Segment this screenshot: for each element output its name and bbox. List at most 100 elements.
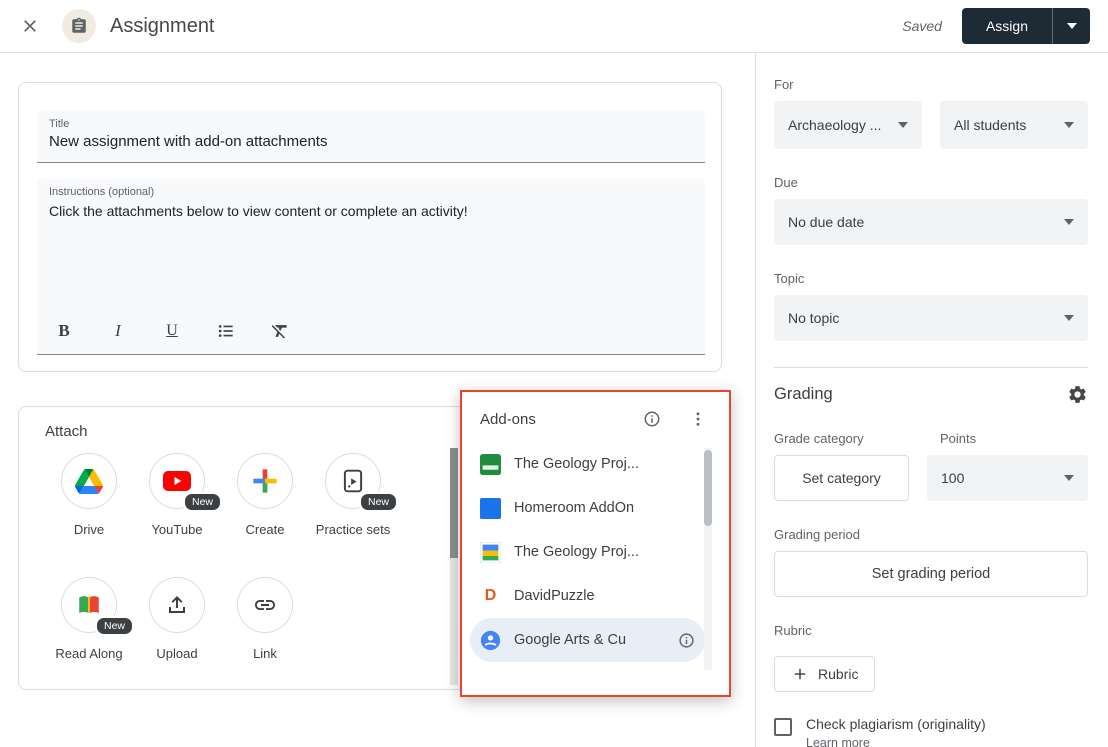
attach-option-label: YouTube: [139, 521, 215, 540]
addon-item-label: The Geology Proj...: [514, 456, 695, 472]
attach-option-label: Create: [227, 521, 303, 540]
bulleted-list-button[interactable]: [215, 320, 237, 342]
assign-split-button: Assign: [962, 8, 1090, 44]
title-field[interactable]: Title New assignment with add-on attachm…: [37, 111, 705, 163]
addon-item-label: Google Arts & Cu: [514, 632, 665, 648]
read-along-button[interactable]: New: [61, 577, 117, 633]
create-button[interactable]: [237, 453, 293, 509]
addon-item-label: Homeroom AddOn: [514, 500, 695, 516]
practice-sets-button[interactable]: New: [325, 453, 381, 509]
points-label: Points: [940, 431, 976, 446]
attach-label: Attach: [45, 423, 88, 440]
addons-title: Add-ons: [480, 411, 641, 428]
attach-row-2: New Read Along Upload Link: [45, 577, 309, 664]
settings-sidebar: For Archaeology ... All students Due No …: [755, 53, 1108, 747]
learn-more-link[interactable]: Learn more: [806, 736, 986, 747]
addon-item-info-button[interactable]: [678, 632, 695, 649]
addon-item-davidpuzzle[interactable]: D DavidPuzzle: [470, 574, 705, 618]
due-date-value: No due date: [788, 214, 864, 230]
class-select[interactable]: Archaeology ...: [774, 101, 922, 149]
addons-menu-button[interactable]: [687, 408, 709, 430]
instructions-field-value[interactable]: Click the attachments below to view cont…: [49, 203, 693, 219]
italic-button[interactable]: I: [107, 320, 129, 342]
saved-status: Saved: [902, 18, 942, 34]
grade-category-select[interactable]: Set category: [774, 455, 909, 501]
info-icon: [678, 632, 695, 649]
create-icon: [251, 467, 279, 495]
upload-icon: [165, 593, 189, 617]
drive-button[interactable]: [61, 453, 117, 509]
assign-button[interactable]: Assign: [962, 8, 1052, 44]
gear-icon: [1067, 384, 1088, 405]
bulleted-list-icon: [216, 321, 236, 341]
attach-option-create: Create: [221, 453, 309, 540]
students-select-value: All students: [954, 117, 1026, 133]
assignment-details-card: Title New assignment with add-on attachm…: [18, 82, 722, 372]
upload-button[interactable]: [149, 577, 205, 633]
new-badge: New: [359, 492, 398, 512]
drive-icon: [75, 469, 103, 494]
assignment-icon: [62, 9, 96, 43]
formatting-toolbar: B I U: [37, 308, 705, 354]
points-value: 100: [941, 470, 964, 486]
attach-option-upload: Upload: [133, 577, 221, 664]
addons-list: The Geology Proj... Homeroom AddOn The G…: [462, 440, 729, 662]
set-grading-period-button[interactable]: Set grading period: [774, 551, 1088, 597]
attach-option-link: Link: [221, 577, 309, 664]
header: Assignment Saved Assign: [0, 0, 1108, 53]
addon-item-geology-1[interactable]: The Geology Proj...: [470, 442, 705, 486]
link-icon: [253, 593, 277, 617]
plus-icon: [791, 665, 809, 683]
close-icon[interactable]: [14, 10, 46, 42]
title-field-value[interactable]: New assignment with add-on attachments: [49, 133, 693, 150]
for-label: For: [774, 77, 1088, 92]
chevron-down-icon: [1064, 475, 1074, 481]
due-date-select[interactable]: No due date: [774, 199, 1088, 245]
grade-category-label: Grade category: [774, 431, 940, 446]
practice-sets-icon: [340, 468, 366, 494]
underline-button[interactable]: U: [161, 320, 183, 342]
points-select[interactable]: 100: [927, 455, 1088, 501]
homeroom-addon-icon: [480, 498, 501, 519]
new-badge: New: [95, 616, 134, 636]
addons-scrollbar-thumb[interactable]: [704, 450, 712, 526]
bold-button[interactable]: B: [53, 320, 75, 342]
add-rubric-button[interactable]: Rubric: [774, 656, 875, 692]
plagiarism-label: Check plagiarism (originality): [806, 716, 986, 732]
students-select[interactable]: All students: [940, 101, 1088, 149]
addon-item-homeroom[interactable]: Homeroom AddOn: [470, 486, 705, 530]
clear-formatting-button[interactable]: [269, 320, 291, 342]
attach-option-label: Practice sets: [315, 521, 391, 540]
grading-period-label: Grading period: [774, 527, 1088, 542]
link-button[interactable]: [237, 577, 293, 633]
addon-item-arts-culture[interactable]: Google Arts & Cu: [470, 618, 705, 662]
new-badge: New: [183, 492, 222, 512]
addon-item-geology-2[interactable]: The Geology Proj...: [470, 530, 705, 574]
attach-option-label: Drive: [51, 521, 127, 540]
addons-info-button[interactable]: [641, 408, 663, 430]
topic-select[interactable]: No topic: [774, 295, 1088, 341]
instructions-field-label: Instructions (optional): [49, 186, 693, 198]
attach-option-drive: Drive: [45, 453, 133, 540]
due-label: Due: [774, 175, 1088, 190]
addons-popup: Add-ons The Geology Proj... Homeroom Add: [460, 390, 731, 697]
rubric-button-label: Rubric: [818, 666, 858, 682]
info-icon: [643, 410, 661, 428]
plagiarism-checkbox[interactable]: [774, 718, 792, 736]
addons-scrollbar[interactable]: [704, 448, 712, 670]
kebab-menu-icon: [689, 410, 707, 428]
grade-category-value: Set category: [802, 470, 881, 486]
attach-option-label: Link: [227, 645, 303, 664]
youtube-icon: [162, 470, 192, 492]
assign-dropdown-button[interactable]: [1052, 8, 1090, 44]
chevron-down-icon: [898, 122, 908, 128]
grading-settings-button[interactable]: [1067, 384, 1088, 405]
instructions-field[interactable]: Instructions (optional) Click the attach…: [37, 179, 705, 355]
attach-scrollbar-thumb[interactable]: [450, 448, 458, 558]
geology-addon-icon: [480, 454, 501, 475]
youtube-button[interactable]: New: [149, 453, 205, 509]
chevron-down-icon: [1067, 23, 1077, 29]
class-select-value: Archaeology ...: [788, 117, 881, 133]
attach-scrollbar[interactable]: [450, 448, 458, 685]
attach-row-1: Drive New YouTube Create New: [45, 453, 397, 540]
